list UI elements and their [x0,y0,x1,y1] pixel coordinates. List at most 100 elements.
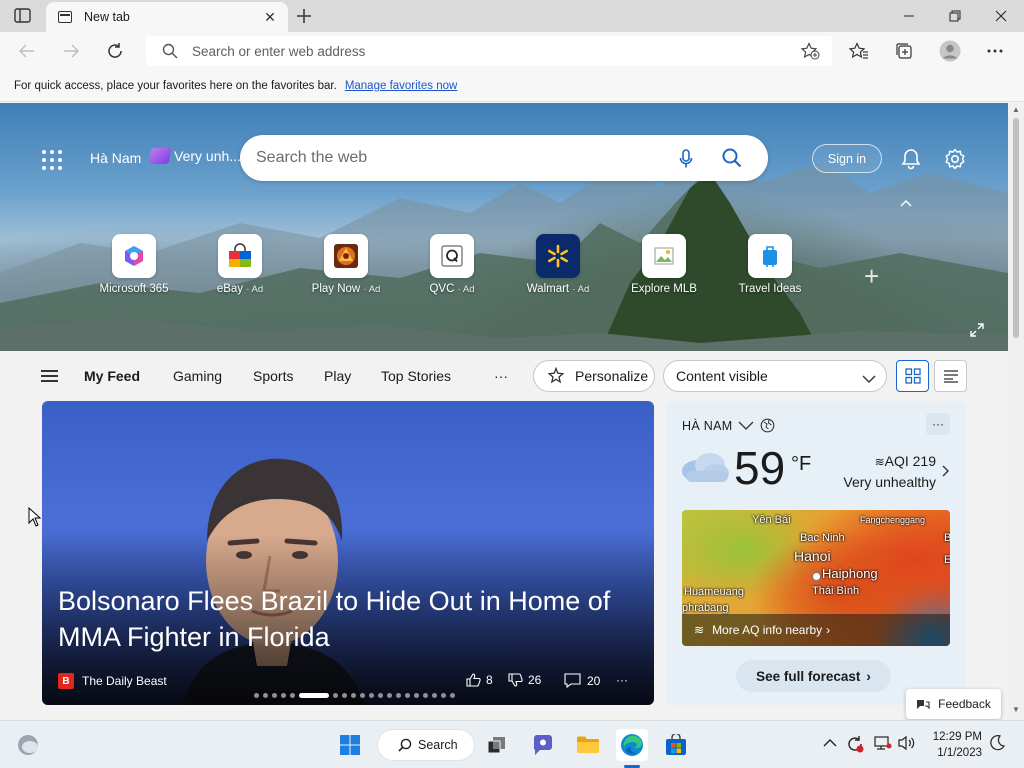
manage-favorites-link[interactable]: Manage favorites now [345,80,458,92]
carousel-dot[interactable] [254,693,259,698]
collections-icon[interactable] [889,36,919,66]
quick-link-ebay[interactable]: eBay · Ad [190,234,290,295]
search-submit-icon[interactable] [722,148,742,171]
carousel-dot[interactable] [432,693,437,698]
like-button[interactable]: 8 [466,673,493,687]
carousel-dot[interactable] [450,693,455,698]
see-full-forecast-button[interactable]: See full forecast › [736,660,891,692]
top-story-card[interactable]: Bolsonaro Flees Brazil to Hide Out in Ho… [42,401,654,705]
quick-link-travel-ideas[interactable]: Travel Ideas [720,234,820,295]
volume-icon[interactable] [898,735,916,754]
tab-new-tab[interactable]: New tab ✕ [46,2,288,32]
story-more-options[interactable]: ··· [616,673,628,687]
carousel-dot[interactable] [272,693,277,698]
page-scrollbar[interactable]: ▲ ▼ [1008,103,1024,720]
hero-location[interactable]: Hà Nam [90,150,141,166]
carousel-dot[interactable] [396,693,401,698]
teams-chat-icon[interactable] [527,729,559,761]
carousel-dot[interactable] [441,693,446,698]
carousel-dot[interactable] [405,693,410,698]
refresh-button[interactable] [100,36,130,66]
weather-more-icon[interactable]: ··· [926,413,950,435]
show-hidden-icons-chevron-icon[interactable] [823,735,837,751]
carousel-dot[interactable] [423,693,428,698]
close-window-button[interactable] [978,0,1024,32]
network-icon[interactable] [874,735,892,754]
tab-play[interactable]: Play [324,368,351,384]
start-windows-icon[interactable] [334,729,366,761]
tab-gaming[interactable]: Gaming [173,368,222,384]
add-favorite-icon[interactable] [800,42,820,63]
restore-button[interactable] [932,0,978,32]
story-headline[interactable]: Bolsonaro Flees Brazil to Hide Out in Ho… [58,583,638,655]
microsoft-store-icon[interactable] [660,729,692,761]
feed-menu-icon[interactable] [41,370,58,382]
feedback-button[interactable]: Feedback [906,689,1001,719]
grid-view-button[interactable] [896,360,929,392]
file-explorer-icon[interactable] [572,729,604,761]
carousel-indicator[interactable] [254,693,455,698]
personalize-button[interactable]: Personalize [533,360,655,392]
web-search-input[interactable] [256,149,656,167]
weather-card[interactable]: HÀ NAM ··· 59 °F ≋AQI 219 Very unhealthy… [666,401,966,705]
notification-moon-icon[interactable] [989,735,1005,754]
tab-top-stories[interactable]: Top Stories [381,368,451,384]
aqi-summary[interactable]: ≋AQI 219 Very unhealthy [843,451,936,492]
carousel-dot[interactable] [290,693,295,698]
web-search-box[interactable] [240,135,768,181]
quick-link-walmart[interactable]: Walmart · Ad [508,234,608,295]
carousel-dot[interactable] [369,693,374,698]
expand-background-icon[interactable] [970,323,984,340]
more-tabs-button[interactable]: ··· [494,368,508,384]
carousel-dot[interactable] [342,693,347,698]
scroll-down-arrow-icon[interactable]: ▼ [1008,705,1024,714]
story-source[interactable]: B The Daily Beast [58,673,167,689]
locate-globe-icon[interactable] [760,418,775,433]
carousel-dot[interactable] [299,693,329,698]
back-button[interactable] [12,36,42,66]
close-tab-icon[interactable]: ✕ [260,9,280,26]
forward-button[interactable] [56,36,86,66]
edge-browser-icon[interactable] [616,729,648,761]
carousel-dot[interactable] [378,693,383,698]
tab-sports[interactable]: Sports [253,368,293,384]
carousel-dot[interactable] [387,693,392,698]
content-visibility-dropdown[interactable]: Content visible [663,360,887,392]
carousel-dot[interactable] [351,693,356,698]
dislike-button[interactable]: 26 [508,673,541,687]
carousel-dot[interactable] [360,693,365,698]
update-alert-icon[interactable] [846,735,864,756]
air-quality-map[interactable]: Yên Bái Fangchenggang Bac Ninh Hanoi Hai… [682,510,950,646]
quick-link-microsoft-365[interactable]: Microsoft 365 [84,234,184,295]
carousel-dot[interactable] [414,693,419,698]
comments-button[interactable]: 20 [564,673,600,688]
carousel-dot[interactable] [333,693,338,698]
quick-link-qvc[interactable]: QVC · Ad [402,234,502,295]
apps-launcher-icon[interactable] [42,150,62,170]
carousel-dot[interactable] [281,693,286,698]
more-aq-info-link[interactable]: ≋ More AQ info nearby › [682,614,950,646]
minimize-button[interactable] [886,0,932,32]
scroll-up-arrow-icon[interactable]: ▲ [1008,105,1024,114]
task-view-icon[interactable] [481,729,513,761]
weather-location[interactable]: HÀ NAM [682,418,775,433]
settings-more-icon[interactable] [980,36,1010,66]
weather-widget-icon[interactable] [12,729,44,761]
profile-avatar[interactable] [935,36,965,66]
collapse-chevron-icon[interactable] [900,196,912,210]
quick-link-play-now[interactable]: Play Now · Ad [296,234,396,295]
new-tab-button[interactable] [294,6,314,26]
favorites-icon[interactable] [844,36,874,66]
carousel-dot[interactable] [263,693,268,698]
page-settings-gear-icon[interactable] [943,147,967,171]
system-clock[interactable]: 12:29 PM 1/1/2023 [922,729,982,761]
notifications-bell-icon[interactable] [899,147,923,171]
tab-my-feed[interactable]: My Feed [84,368,140,384]
sign-in-button[interactable]: Sign in [812,144,882,173]
add-quick-link-icon[interactable]: + [864,261,879,292]
scrollbar-thumb[interactable] [1013,118,1019,338]
taskbar-search-button[interactable]: Search [378,730,474,760]
address-bar[interactable]: Search or enter web address [146,36,832,66]
temperature-unit[interactable]: °F [791,453,811,476]
hero-aqi[interactable]: Very unh... [148,148,241,164]
